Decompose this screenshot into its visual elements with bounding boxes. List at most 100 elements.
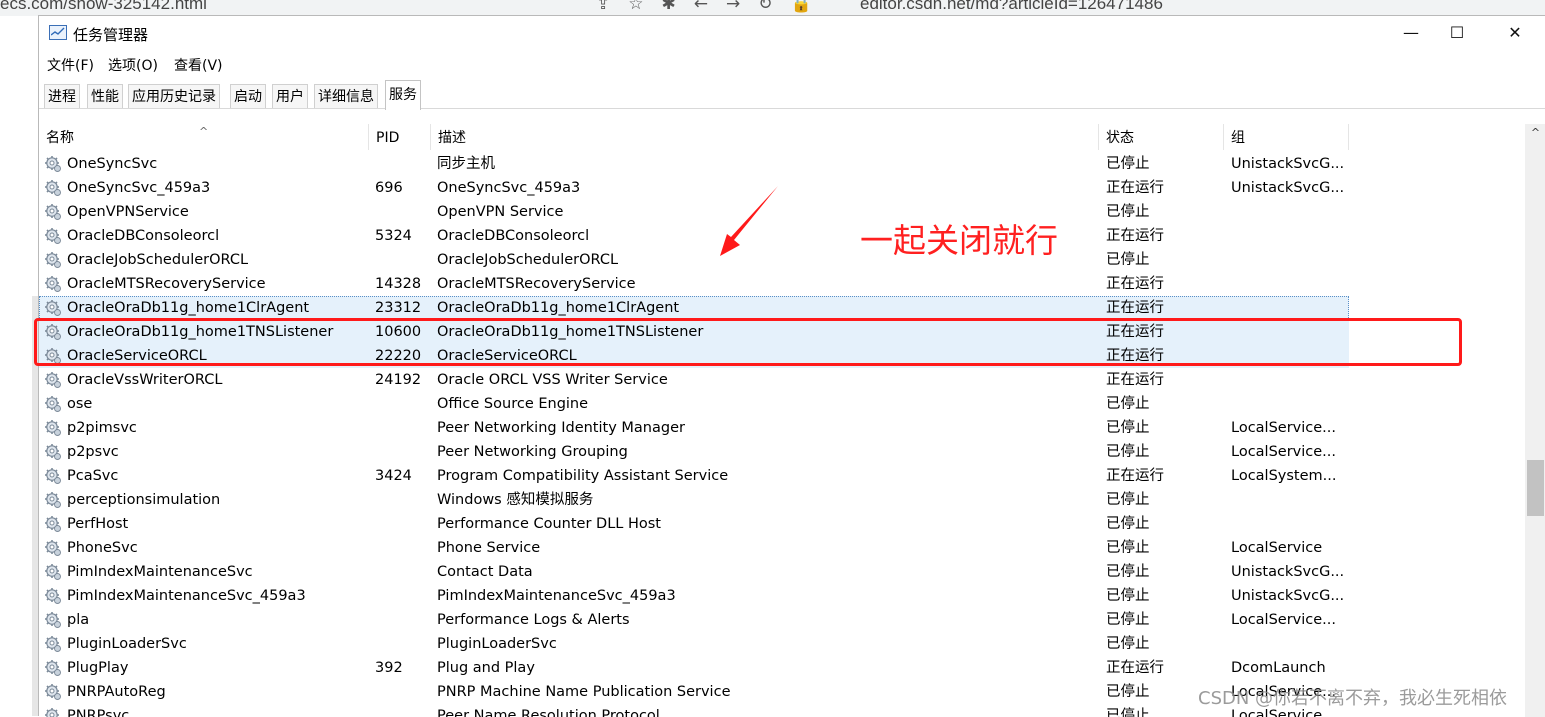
maximize-button[interactable]: ☐ bbox=[1434, 20, 1480, 46]
vertical-scrollbar[interactable]: ^ bbox=[1525, 124, 1545, 717]
table-row[interactable]: OracleDBConsoleorcl 5324 OracleDBConsoleor… bbox=[39, 224, 1349, 248]
sort-ascending-icon: ^ bbox=[199, 125, 209, 138]
column-header-name[interactable]: 名称 ^ bbox=[39, 124, 369, 150]
service-pid bbox=[375, 560, 433, 584]
tab-users[interactable]: 用户 bbox=[272, 84, 308, 108]
table-row[interactable]: ose Office Source Engine 已停止 bbox=[39, 392, 1349, 416]
service-status: 已停止 bbox=[1106, 252, 1150, 268]
table-row[interactable]: p2psvc Peer Networking Grouping 已停止 LocalSe… bbox=[39, 440, 1349, 464]
tab-processes[interactable]: 进程 bbox=[44, 84, 80, 108]
service-gear-icon bbox=[44, 299, 62, 317]
service-name-cell: PNRPsvc bbox=[44, 704, 369, 717]
table-row[interactable]: OracleOraDb11g_home1ClrAgent 23312 OracleO… bbox=[39, 296, 1349, 320]
service-description: 同步主机 bbox=[437, 156, 495, 172]
service-group: UnistackSvcG... bbox=[1231, 180, 1345, 196]
service-status: 已停止 bbox=[1106, 588, 1150, 604]
service-pid bbox=[375, 536, 433, 560]
service-gear-icon bbox=[44, 491, 62, 509]
service-name-cell: pla bbox=[44, 608, 369, 632]
service-status: 正在运行 bbox=[1106, 372, 1164, 388]
column-header-description[interactable]: 描述 bbox=[431, 124, 1099, 150]
service-name: p2pimsvc bbox=[67, 420, 137, 436]
column-header-group[interactable]: 组 bbox=[1224, 124, 1349, 150]
service-status: 正在运行 bbox=[1106, 276, 1164, 292]
table-row[interactable]: PhoneSvc Phone Service 已停止 LocalService bbox=[39, 536, 1349, 560]
tab-startup[interactable]: 启动 bbox=[230, 84, 266, 108]
menu-options[interactable]: 选项(O) bbox=[108, 55, 158, 75]
service-description: Contact Data bbox=[437, 564, 533, 580]
service-pid bbox=[375, 248, 433, 272]
service-name-cell: ose bbox=[44, 392, 369, 416]
service-description: OracleOraDb11g_home1ClrAgent bbox=[437, 300, 680, 316]
tab-details[interactable]: 详细信息 bbox=[314, 84, 378, 108]
table-row[interactable]: OpenVPNService OpenVPN Service 已停止 bbox=[39, 200, 1349, 224]
table-row[interactable]: OracleMTSRecoveryService 14328 OracleMTSRe… bbox=[39, 272, 1349, 296]
title-bar[interactable]: 任务管理器 — ☐ ✕ bbox=[39, 16, 1545, 50]
service-group bbox=[1231, 632, 1346, 656]
column-header-row: 名称 ^ PID 描述 状态 组 bbox=[39, 124, 1349, 150]
table-row[interactable]: PcaSvc 3424 Program Compatibility Assistan… bbox=[39, 464, 1349, 488]
table-row[interactable]: perceptionsimulation Windows 感知模拟服务 已停止 bbox=[39, 488, 1349, 512]
column-header-status[interactable]: 状态 bbox=[1099, 124, 1224, 150]
table-row[interactable]: PerfHost Performance Counter DLL Host 已停止 bbox=[39, 512, 1349, 536]
column-header-pid[interactable]: PID bbox=[369, 124, 431, 150]
service-description: Oracle ORCL VSS Writer Service bbox=[437, 372, 668, 388]
table-row[interactable]: PNRPAutoReg PNRP Machine Name Publication… bbox=[39, 680, 1349, 704]
minimize-button[interactable]: — bbox=[1388, 20, 1434, 46]
table-row[interactable]: OracleVssWriterORCL 24192 Oracle ORCL VSS … bbox=[39, 368, 1349, 392]
service-gear-icon bbox=[44, 611, 62, 629]
service-gear-icon bbox=[44, 227, 62, 245]
service-name: perceptionsimulation bbox=[67, 492, 221, 508]
close-button[interactable]: ✕ bbox=[1492, 20, 1538, 46]
table-row[interactable]: PluginLoaderSvc PluginLoaderSvc 已停止 bbox=[39, 632, 1349, 656]
service-pid bbox=[375, 200, 433, 224]
service-group: LocalService... bbox=[1231, 612, 1336, 628]
menu-view[interactable]: 查看(V) bbox=[174, 55, 223, 75]
service-name: pla bbox=[67, 612, 90, 628]
service-gear-icon bbox=[44, 251, 62, 269]
service-name-cell: OracleVssWriterORCL bbox=[44, 368, 369, 392]
service-gear-icon bbox=[44, 419, 62, 437]
service-name-cell: PhoneSvc bbox=[44, 536, 369, 560]
service-description: Peer Networking Identity Manager bbox=[437, 420, 685, 436]
scrollbar-thumb[interactable] bbox=[1527, 460, 1544, 516]
watermark-text: CSDN @你若不离不弃，我必生死相依 bbox=[1198, 688, 1508, 709]
tab-app-history[interactable]: 应用历史记录 bbox=[128, 84, 220, 108]
table-row[interactable]: PimIndexMaintenanceSvc_459a3 PimIndexMain… bbox=[39, 584, 1349, 608]
table-row[interactable]: PlugPlay 392 Plug and Play 正在运行 DcomLaunch bbox=[39, 656, 1349, 680]
service-name: p2psvc bbox=[67, 444, 119, 460]
service-status: 已停止 bbox=[1106, 636, 1150, 652]
service-group: UnistackSvcG... bbox=[1231, 564, 1345, 580]
service-pid bbox=[375, 608, 433, 632]
tab-performance[interactable]: 性能 bbox=[87, 84, 123, 108]
window-title: 任务管理器 bbox=[73, 26, 149, 44]
table-row[interactable]: OneSyncSvc_459a3 696 OneSyncSvc_459a3 正在运行 U… bbox=[39, 176, 1349, 200]
table-row[interactable]: PNRPsvc Peer Name Resolution Protocol 已停止 L… bbox=[39, 704, 1349, 717]
service-name: PcaSvc bbox=[67, 468, 119, 484]
service-name: ose bbox=[67, 396, 93, 412]
service-status: 已停止 bbox=[1106, 420, 1150, 436]
scroll-up-icon[interactable]: ^ bbox=[1525, 126, 1545, 139]
service-pid bbox=[375, 632, 433, 656]
service-group bbox=[1231, 224, 1346, 248]
menu-file[interactable]: 文件(F) bbox=[47, 55, 94, 75]
service-gear-icon bbox=[44, 635, 62, 653]
service-description: Peer Networking Grouping bbox=[437, 444, 628, 460]
service-group bbox=[1231, 512, 1346, 536]
services-list[interactable]: 名称 ^ PID 描述 状态 组 OneSyncSvc 同步主机 已停止 Unista… bbox=[39, 124, 1525, 717]
service-status: 正在运行 bbox=[1106, 180, 1164, 196]
service-gear-icon bbox=[44, 395, 62, 413]
service-pid bbox=[375, 488, 433, 512]
table-row[interactable]: OneSyncSvc 同步主机 已停止 UnistackSvcG... bbox=[39, 152, 1349, 176]
service-name-cell: OracleMTSRecoveryService bbox=[44, 272, 369, 296]
table-row[interactable]: OracleJobSchedulerORCL OracleJobScheduler… bbox=[39, 248, 1349, 272]
table-row[interactable]: PimIndexMaintenanceSvc Contact Data 已停止 Uni… bbox=[39, 560, 1349, 584]
table-row[interactable]: p2pimsvc Peer Networking Identity Manager… bbox=[39, 416, 1349, 440]
service-status: 正在运行 bbox=[1106, 468, 1164, 484]
tab-services[interactable]: 服务 bbox=[385, 80, 421, 110]
table-row[interactable]: pla Performance Logs & Alerts 已停止 LocalServ… bbox=[39, 608, 1349, 632]
service-gear-icon bbox=[44, 659, 62, 677]
service-name: OracleVssWriterORCL bbox=[67, 372, 223, 388]
service-status: 已停止 bbox=[1106, 564, 1150, 580]
background-toolbar-icons: ⇪☆✱←→↻🔒 bbox=[596, 0, 830, 14]
